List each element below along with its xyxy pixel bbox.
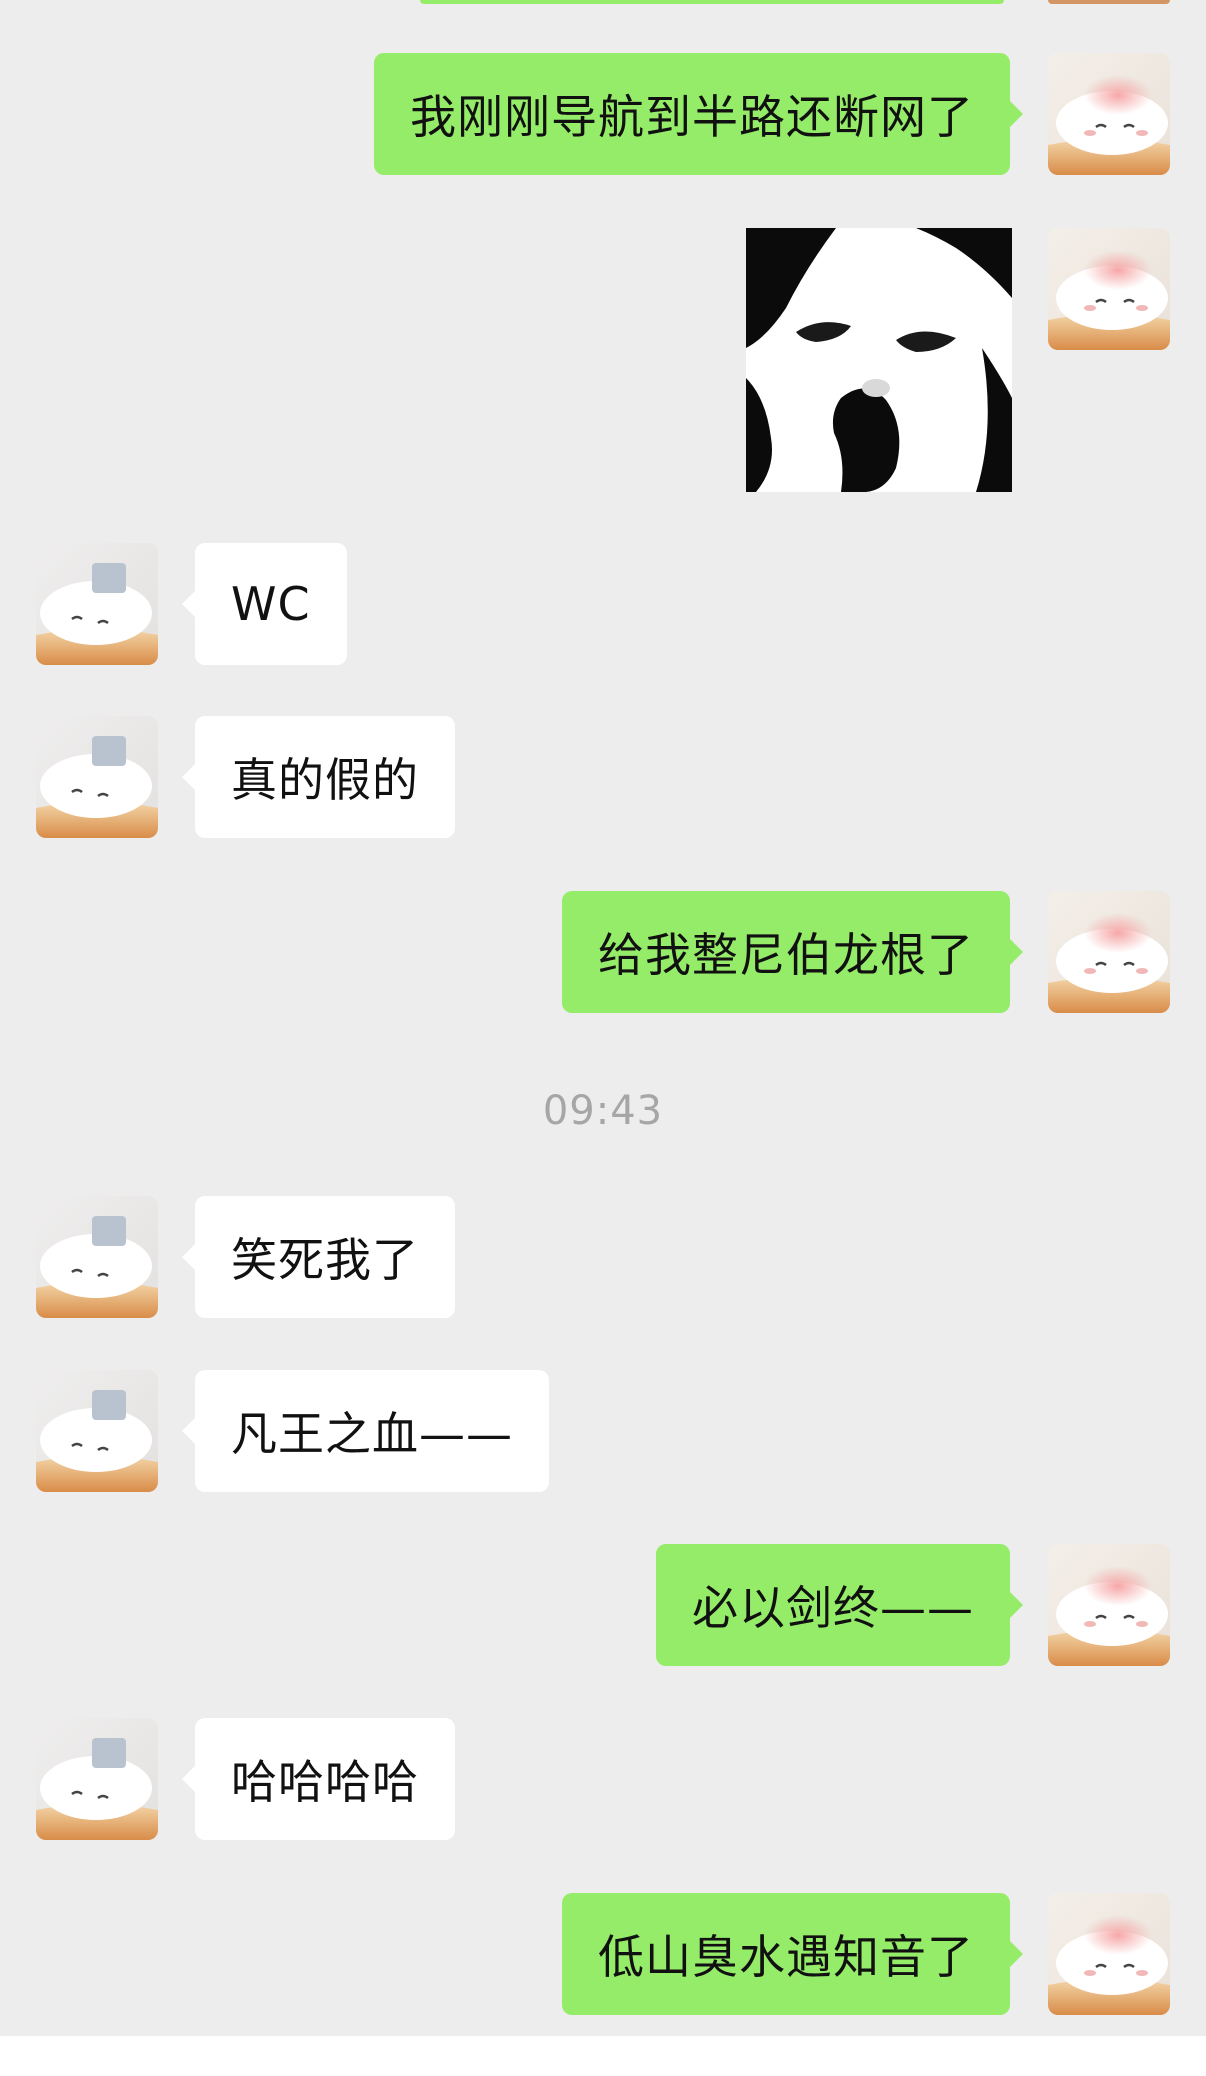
message-text: 真的假的 (231, 753, 419, 807)
previous-message-edge (420, 0, 1004, 4)
message-text: 低山臭水遇知音了 (598, 1930, 974, 1984)
incoming-message-bubble[interactable]: 凡王之血—— (182, 1370, 549, 1492)
message-text: 给我整尼伯龙根了 (598, 928, 974, 982)
message-text: 笑死我了 (231, 1233, 419, 1287)
contact-avatar[interactable] (36, 1718, 158, 1840)
panda-meme-sticker[interactable] (746, 228, 1012, 492)
incoming-message-bubble[interactable]: 笑死我了 (182, 1196, 455, 1318)
bottom-edge (0, 2036, 1206, 2076)
incoming-message-bubble[interactable]: WC (182, 543, 347, 665)
outgoing-message-bubble[interactable]: 必以剑终—— (656, 1544, 1023, 1666)
message-text: 我刚刚导航到半路还断网了 (410, 90, 974, 144)
contact-avatar[interactable] (36, 1196, 158, 1318)
chat-area[interactable]: 我刚刚导航到半路还断网了 WC 真的假的 给我整尼伯龙根了 09:43 笑死我了… (0, 0, 1206, 2076)
contact-avatar[interactable] (36, 1370, 158, 1492)
timestamp: 09:43 (542, 1088, 664, 1134)
my-avatar[interactable] (1048, 1544, 1170, 1666)
incoming-message-bubble[interactable]: 真的假的 (182, 716, 455, 838)
outgoing-message-bubble[interactable]: 我刚刚导航到半路还断网了 (374, 53, 1023, 175)
outgoing-message-bubble[interactable]: 给我整尼伯龙根了 (562, 891, 1023, 1013)
message-text: 哈哈哈哈 (231, 1755, 419, 1809)
incoming-message-bubble[interactable]: 哈哈哈哈 (182, 1718, 455, 1840)
outgoing-message-bubble[interactable]: 低山臭水遇知音了 (562, 1893, 1023, 2015)
message-text: WC (231, 577, 311, 631)
message-text: 必以剑终—— (692, 1581, 974, 1635)
my-avatar[interactable] (1048, 891, 1170, 1013)
my-avatar[interactable] (1048, 228, 1170, 350)
contact-avatar[interactable] (36, 716, 158, 838)
contact-avatar[interactable] (36, 543, 158, 665)
message-text: 凡王之血—— (231, 1407, 513, 1461)
previous-avatar-edge (1048, 0, 1170, 4)
my-avatar[interactable] (1048, 1893, 1170, 2015)
my-avatar[interactable] (1048, 53, 1170, 175)
